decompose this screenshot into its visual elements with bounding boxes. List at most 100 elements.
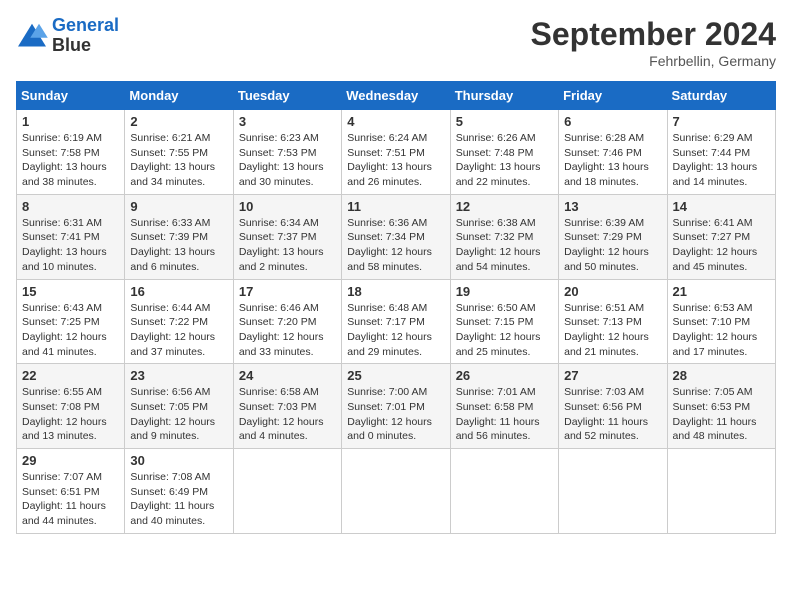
day-info: Sunrise: 6:56 AMSunset: 7:05 PMDaylight:…	[130, 385, 227, 444]
calendar-cell: 7 Sunrise: 6:29 AMSunset: 7:44 PMDayligh…	[667, 110, 775, 195]
day-number: 12	[456, 199, 553, 214]
calendar-cell	[233, 449, 341, 534]
calendar-cell	[667, 449, 775, 534]
day-number: 11	[347, 199, 444, 214]
day-number: 27	[564, 368, 661, 383]
day-number: 17	[239, 284, 336, 299]
day-number: 8	[22, 199, 119, 214]
day-number: 23	[130, 368, 227, 383]
day-info: Sunrise: 6:29 AMSunset: 7:44 PMDaylight:…	[673, 131, 770, 190]
day-info: Sunrise: 6:50 AMSunset: 7:15 PMDaylight:…	[456, 301, 553, 360]
day-info: Sunrise: 7:03 AMSunset: 6:56 PMDaylight:…	[564, 385, 661, 444]
day-number: 22	[22, 368, 119, 383]
day-number: 2	[130, 114, 227, 129]
day-info: Sunrise: 7:00 AMSunset: 7:01 PMDaylight:…	[347, 385, 444, 444]
day-info: Sunrise: 6:53 AMSunset: 7:10 PMDaylight:…	[673, 301, 770, 360]
calendar-cell: 14 Sunrise: 6:41 AMSunset: 7:27 PMDaylig…	[667, 194, 775, 279]
calendar-cell: 4 Sunrise: 6:24 AMSunset: 7:51 PMDayligh…	[342, 110, 450, 195]
calendar-cell: 28 Sunrise: 7:05 AMSunset: 6:53 PMDaylig…	[667, 364, 775, 449]
calendar-week-2: 8 Sunrise: 6:31 AMSunset: 7:41 PMDayligh…	[17, 194, 776, 279]
calendar-cell: 1 Sunrise: 6:19 AMSunset: 7:58 PMDayligh…	[17, 110, 125, 195]
day-info: Sunrise: 7:05 AMSunset: 6:53 PMDaylight:…	[673, 385, 770, 444]
day-number: 25	[347, 368, 444, 383]
calendar-week-3: 15 Sunrise: 6:43 AMSunset: 7:25 PMDaylig…	[17, 279, 776, 364]
weekday-header-wednesday: Wednesday	[342, 82, 450, 110]
day-info: Sunrise: 6:28 AMSunset: 7:46 PMDaylight:…	[564, 131, 661, 190]
day-number: 13	[564, 199, 661, 214]
day-info: Sunrise: 6:23 AMSunset: 7:53 PMDaylight:…	[239, 131, 336, 190]
day-number: 26	[456, 368, 553, 383]
day-number: 16	[130, 284, 227, 299]
location: Fehrbellin, Germany	[531, 53, 776, 69]
month-title: September 2024	[531, 16, 776, 53]
calendar-cell	[342, 449, 450, 534]
calendar-cell: 18 Sunrise: 6:48 AMSunset: 7:17 PMDaylig…	[342, 279, 450, 364]
calendar-week-4: 22 Sunrise: 6:55 AMSunset: 7:08 PMDaylig…	[17, 364, 776, 449]
day-info: Sunrise: 6:36 AMSunset: 7:34 PMDaylight:…	[347, 216, 444, 275]
day-info: Sunrise: 6:58 AMSunset: 7:03 PMDaylight:…	[239, 385, 336, 444]
title-block: September 2024 Fehrbellin, Germany	[531, 16, 776, 69]
day-number: 14	[673, 199, 770, 214]
calendar-cell: 19 Sunrise: 6:50 AMSunset: 7:15 PMDaylig…	[450, 279, 558, 364]
day-number: 28	[673, 368, 770, 383]
day-number: 10	[239, 199, 336, 214]
day-info: Sunrise: 6:43 AMSunset: 7:25 PMDaylight:…	[22, 301, 119, 360]
calendar-week-5: 29 Sunrise: 7:07 AMSunset: 6:51 PMDaylig…	[17, 449, 776, 534]
calendar-cell: 10 Sunrise: 6:34 AMSunset: 7:37 PMDaylig…	[233, 194, 341, 279]
day-number: 15	[22, 284, 119, 299]
page-header: GeneralBlue September 2024 Fehrbellin, G…	[16, 16, 776, 69]
day-info: Sunrise: 6:19 AMSunset: 7:58 PMDaylight:…	[22, 131, 119, 190]
day-info: Sunrise: 6:24 AMSunset: 7:51 PMDaylight:…	[347, 131, 444, 190]
calendar-cell: 27 Sunrise: 7:03 AMSunset: 6:56 PMDaylig…	[559, 364, 667, 449]
calendar-cell: 26 Sunrise: 7:01 AMSunset: 6:58 PMDaylig…	[450, 364, 558, 449]
day-number: 3	[239, 114, 336, 129]
calendar-cell: 11 Sunrise: 6:36 AMSunset: 7:34 PMDaylig…	[342, 194, 450, 279]
calendar-cell: 25 Sunrise: 7:00 AMSunset: 7:01 PMDaylig…	[342, 364, 450, 449]
day-info: Sunrise: 6:46 AMSunset: 7:20 PMDaylight:…	[239, 301, 336, 360]
day-number: 24	[239, 368, 336, 383]
day-number: 30	[130, 453, 227, 468]
day-info: Sunrise: 6:55 AMSunset: 7:08 PMDaylight:…	[22, 385, 119, 444]
day-number: 19	[456, 284, 553, 299]
day-info: Sunrise: 6:51 AMSunset: 7:13 PMDaylight:…	[564, 301, 661, 360]
weekday-header-friday: Friday	[559, 82, 667, 110]
day-number: 4	[347, 114, 444, 129]
day-number: 9	[130, 199, 227, 214]
day-number: 20	[564, 284, 661, 299]
calendar-cell: 12 Sunrise: 6:38 AMSunset: 7:32 PMDaylig…	[450, 194, 558, 279]
day-info: Sunrise: 6:41 AMSunset: 7:27 PMDaylight:…	[673, 216, 770, 275]
day-number: 7	[673, 114, 770, 129]
calendar-cell: 22 Sunrise: 6:55 AMSunset: 7:08 PMDaylig…	[17, 364, 125, 449]
day-number: 18	[347, 284, 444, 299]
calendar-cell: 2 Sunrise: 6:21 AMSunset: 7:55 PMDayligh…	[125, 110, 233, 195]
calendar-cell: 15 Sunrise: 6:43 AMSunset: 7:25 PMDaylig…	[17, 279, 125, 364]
day-info: Sunrise: 7:08 AMSunset: 6:49 PMDaylight:…	[130, 470, 227, 529]
calendar-cell: 29 Sunrise: 7:07 AMSunset: 6:51 PMDaylig…	[17, 449, 125, 534]
calendar-cell: 13 Sunrise: 6:39 AMSunset: 7:29 PMDaylig…	[559, 194, 667, 279]
calendar-cell: 3 Sunrise: 6:23 AMSunset: 7:53 PMDayligh…	[233, 110, 341, 195]
logo: GeneralBlue	[16, 16, 119, 56]
calendar-cell: 6 Sunrise: 6:28 AMSunset: 7:46 PMDayligh…	[559, 110, 667, 195]
day-info: Sunrise: 6:21 AMSunset: 7:55 PMDaylight:…	[130, 131, 227, 190]
day-info: Sunrise: 6:44 AMSunset: 7:22 PMDaylight:…	[130, 301, 227, 360]
calendar-cell: 16 Sunrise: 6:44 AMSunset: 7:22 PMDaylig…	[125, 279, 233, 364]
day-number: 5	[456, 114, 553, 129]
weekday-header-monday: Monday	[125, 82, 233, 110]
day-info: Sunrise: 7:01 AMSunset: 6:58 PMDaylight:…	[456, 385, 553, 444]
calendar-cell: 17 Sunrise: 6:46 AMSunset: 7:20 PMDaylig…	[233, 279, 341, 364]
day-info: Sunrise: 6:26 AMSunset: 7:48 PMDaylight:…	[456, 131, 553, 190]
calendar-cell	[559, 449, 667, 534]
day-info: Sunrise: 7:07 AMSunset: 6:51 PMDaylight:…	[22, 470, 119, 529]
weekday-header-tuesday: Tuesday	[233, 82, 341, 110]
calendar-cell: 20 Sunrise: 6:51 AMSunset: 7:13 PMDaylig…	[559, 279, 667, 364]
day-info: Sunrise: 6:39 AMSunset: 7:29 PMDaylight:…	[564, 216, 661, 275]
day-info: Sunrise: 6:33 AMSunset: 7:39 PMDaylight:…	[130, 216, 227, 275]
calendar-cell	[450, 449, 558, 534]
day-info: Sunrise: 6:38 AMSunset: 7:32 PMDaylight:…	[456, 216, 553, 275]
calendar-week-1: 1 Sunrise: 6:19 AMSunset: 7:58 PMDayligh…	[17, 110, 776, 195]
calendar-cell: 8 Sunrise: 6:31 AMSunset: 7:41 PMDayligh…	[17, 194, 125, 279]
day-info: Sunrise: 6:34 AMSunset: 7:37 PMDaylight:…	[239, 216, 336, 275]
weekday-header-sunday: Sunday	[17, 82, 125, 110]
day-info: Sunrise: 6:48 AMSunset: 7:17 PMDaylight:…	[347, 301, 444, 360]
calendar-cell: 24 Sunrise: 6:58 AMSunset: 7:03 PMDaylig…	[233, 364, 341, 449]
